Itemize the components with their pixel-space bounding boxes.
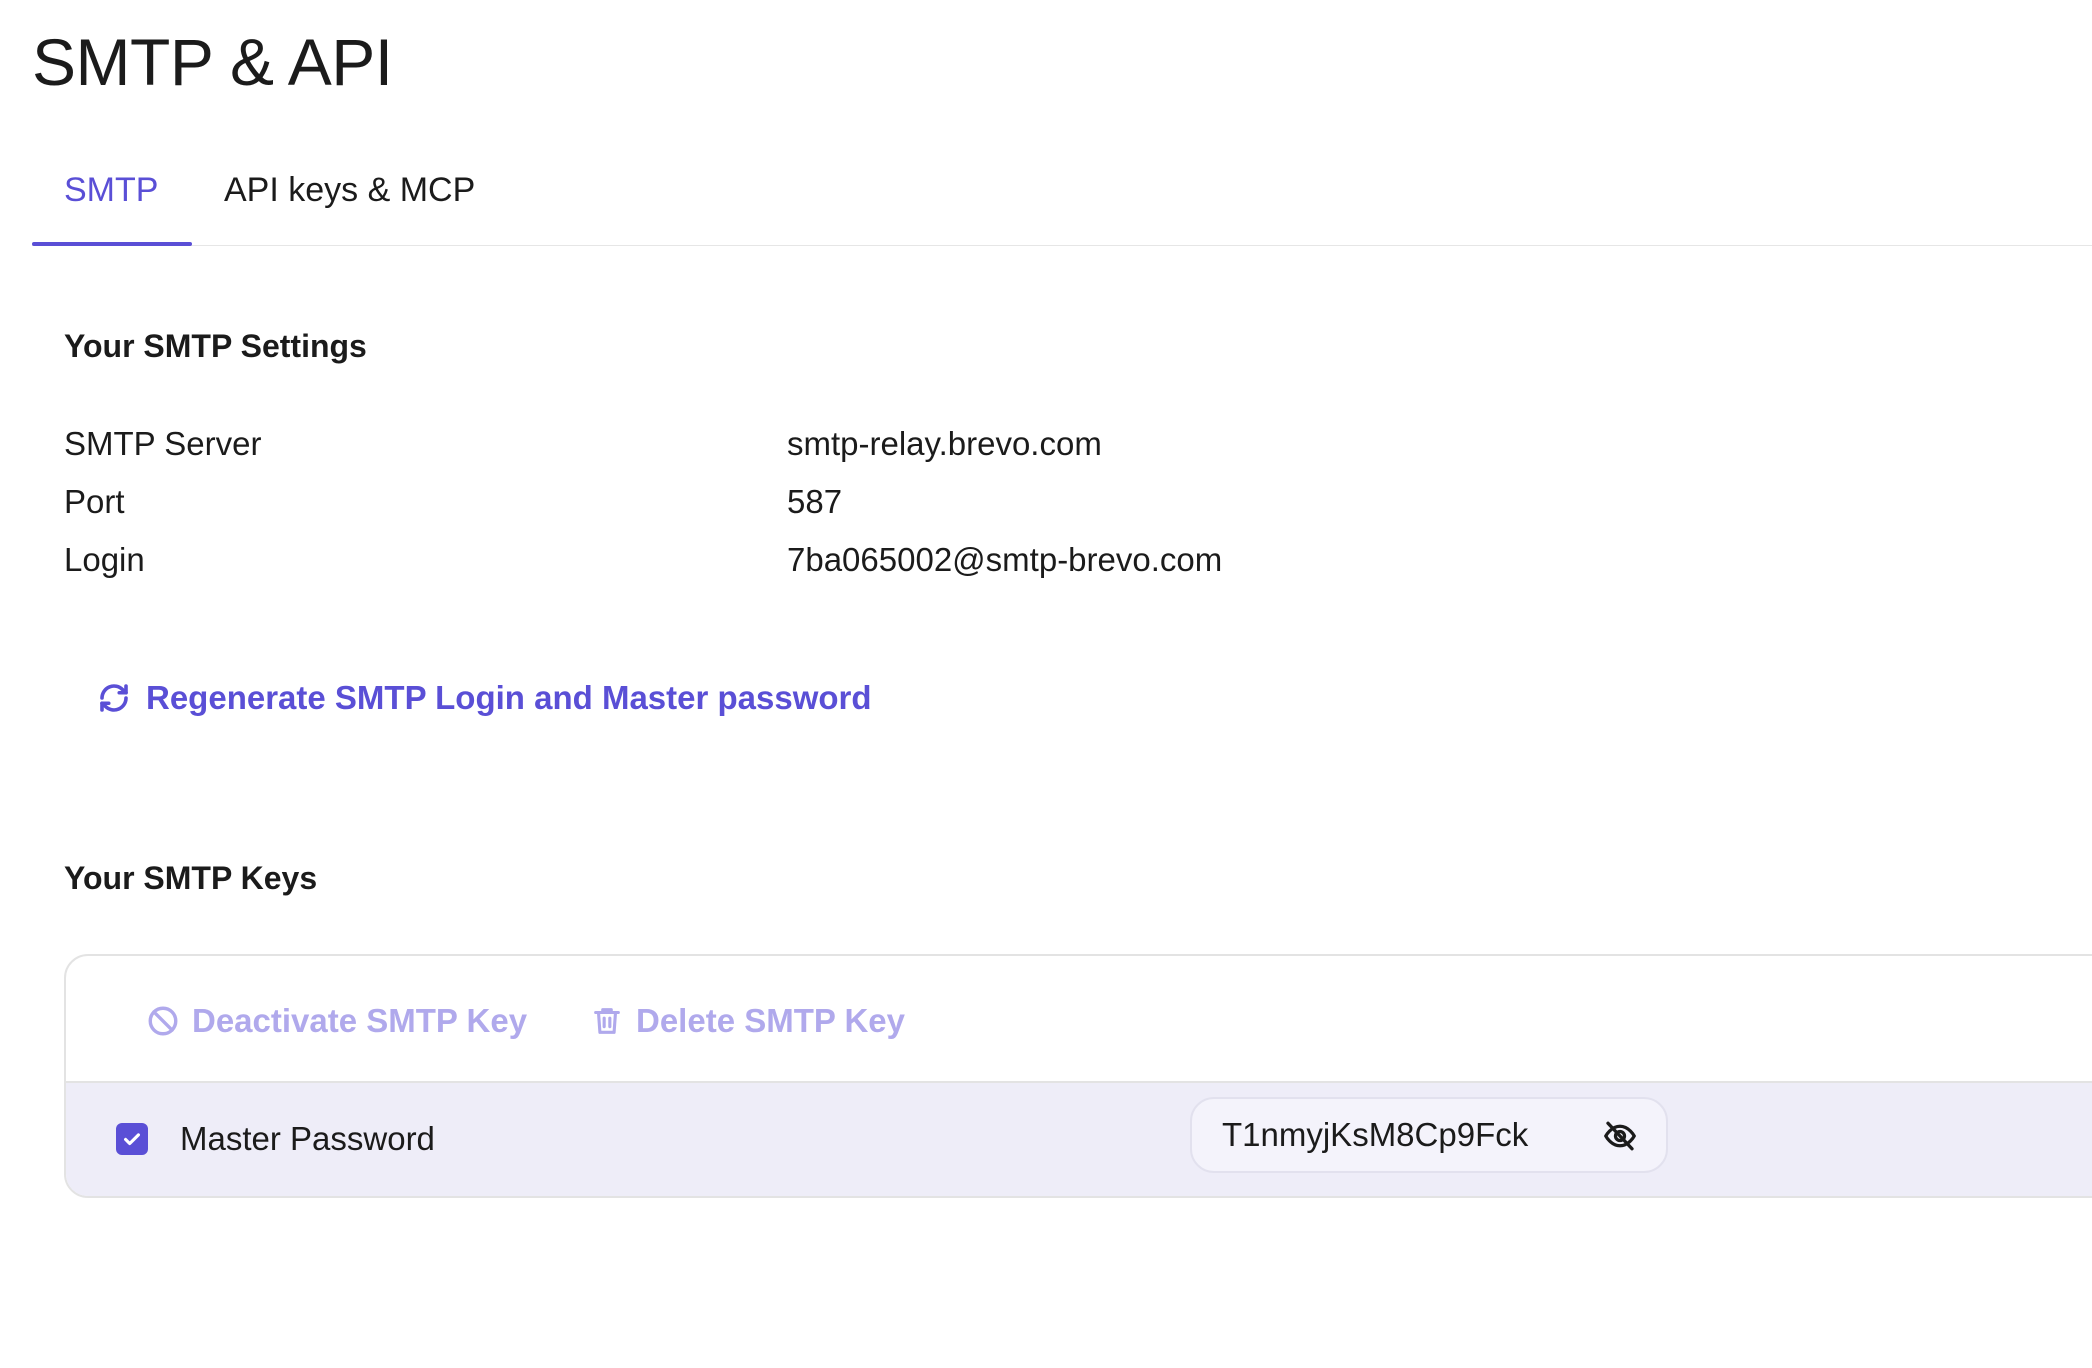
- password-field[interactable]: T1nmyjKsM8Cp9Fck: [1190, 1097, 1668, 1173]
- active-tab-indicator: [32, 242, 192, 246]
- row-checkbox[interactable]: [116, 1123, 148, 1155]
- eye-off-icon[interactable]: [1602, 1118, 1638, 1154]
- deactivate-smtp-key-button[interactable]: Deactivate SMTP Key: [146, 996, 527, 1046]
- check-icon: [124, 1133, 140, 1146]
- settings-row-port: Port 587: [64, 476, 1464, 528]
- settings-row-smtp-server: SMTP Server smtp-relay.brevo.com: [64, 418, 1464, 470]
- regenerate-credentials-link[interactable]: Regenerate SMTP Login and Master passwor…: [96, 672, 872, 724]
- smtp-keys-table: Deactivate SMTP Key Delete SMTP Key Mast…: [64, 954, 2092, 1198]
- delete-label: Delete SMTP Key: [636, 1002, 905, 1039]
- page-title: SMTP & API: [32, 25, 393, 99]
- settings-row-login: Login 7ba065002@smtp-brevo.com: [64, 534, 1464, 586]
- deactivate-label: Deactivate SMTP Key: [192, 1002, 528, 1039]
- settings-value: 7ba065002@smtp-brevo.com: [787, 541, 1223, 578]
- settings-label: Login: [64, 541, 145, 578]
- keys-toolbar: Deactivate SMTP Key Delete SMTP Key: [66, 956, 2092, 1083]
- password-value[interactable]: T1nmyjKsM8Cp9Fck: [1222, 1109, 1528, 1161]
- settings-label: Port: [64, 483, 125, 520]
- trash-icon: [590, 1004, 624, 1038]
- tab-api-keys-mcp[interactable]: API keys & MCP: [224, 150, 475, 245]
- smtp-settings-heading: Your SMTP Settings: [64, 328, 367, 364]
- settings-value: smtp-relay.brevo.com: [787, 425, 1102, 462]
- refresh-icon: [96, 680, 132, 716]
- smtp-keys-heading: Your SMTP Keys: [64, 860, 318, 896]
- settings-value: 587: [787, 483, 843, 520]
- tab-bar: SMTP API keys & MCP: [32, 150, 2092, 246]
- tab-smtp[interactable]: SMTP: [64, 150, 158, 245]
- settings-label: SMTP Server: [64, 425, 262, 462]
- regenerate-label: Regenerate SMTP Login and Master passwor…: [146, 679, 872, 716]
- delete-smtp-key-button[interactable]: Delete SMTP Key: [590, 996, 905, 1046]
- block-icon: [146, 1004, 180, 1038]
- key-name: Master Password: [180, 1120, 435, 1157]
- smtp-api-page: SMTP & API SMTP API keys & MCP Your SMTP…: [0, 0, 2092, 1368]
- table-row: Master Password T1nmyjKsM8Cp9Fck: [66, 1083, 2092, 1196]
